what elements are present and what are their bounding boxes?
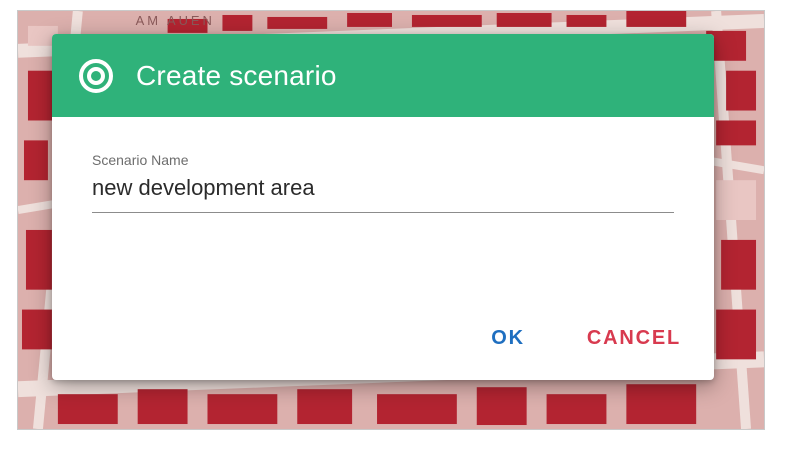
- scenario-name-label: Scenario Name: [92, 152, 189, 168]
- scenario-name-field: Scenario Name: [92, 152, 674, 213]
- cancel-button[interactable]: CANCEL: [581, 323, 687, 354]
- dialog-title: Create scenario: [136, 59, 337, 91]
- ok-button[interactable]: OK: [485, 323, 531, 354]
- scenario-name-input[interactable]: [92, 168, 674, 213]
- create-scenario-dialog: Create scenario Scenario Name OK CANCEL: [52, 34, 714, 380]
- target-icon: [78, 58, 114, 94]
- dialog-header: Create scenario: [52, 34, 714, 117]
- dialog-actions: OK CANCEL: [485, 323, 687, 354]
- map-frame: AM AUEN Create scenario Scenario Name OK…: [17, 10, 765, 430]
- street-label: AM AUEN: [136, 13, 215, 28]
